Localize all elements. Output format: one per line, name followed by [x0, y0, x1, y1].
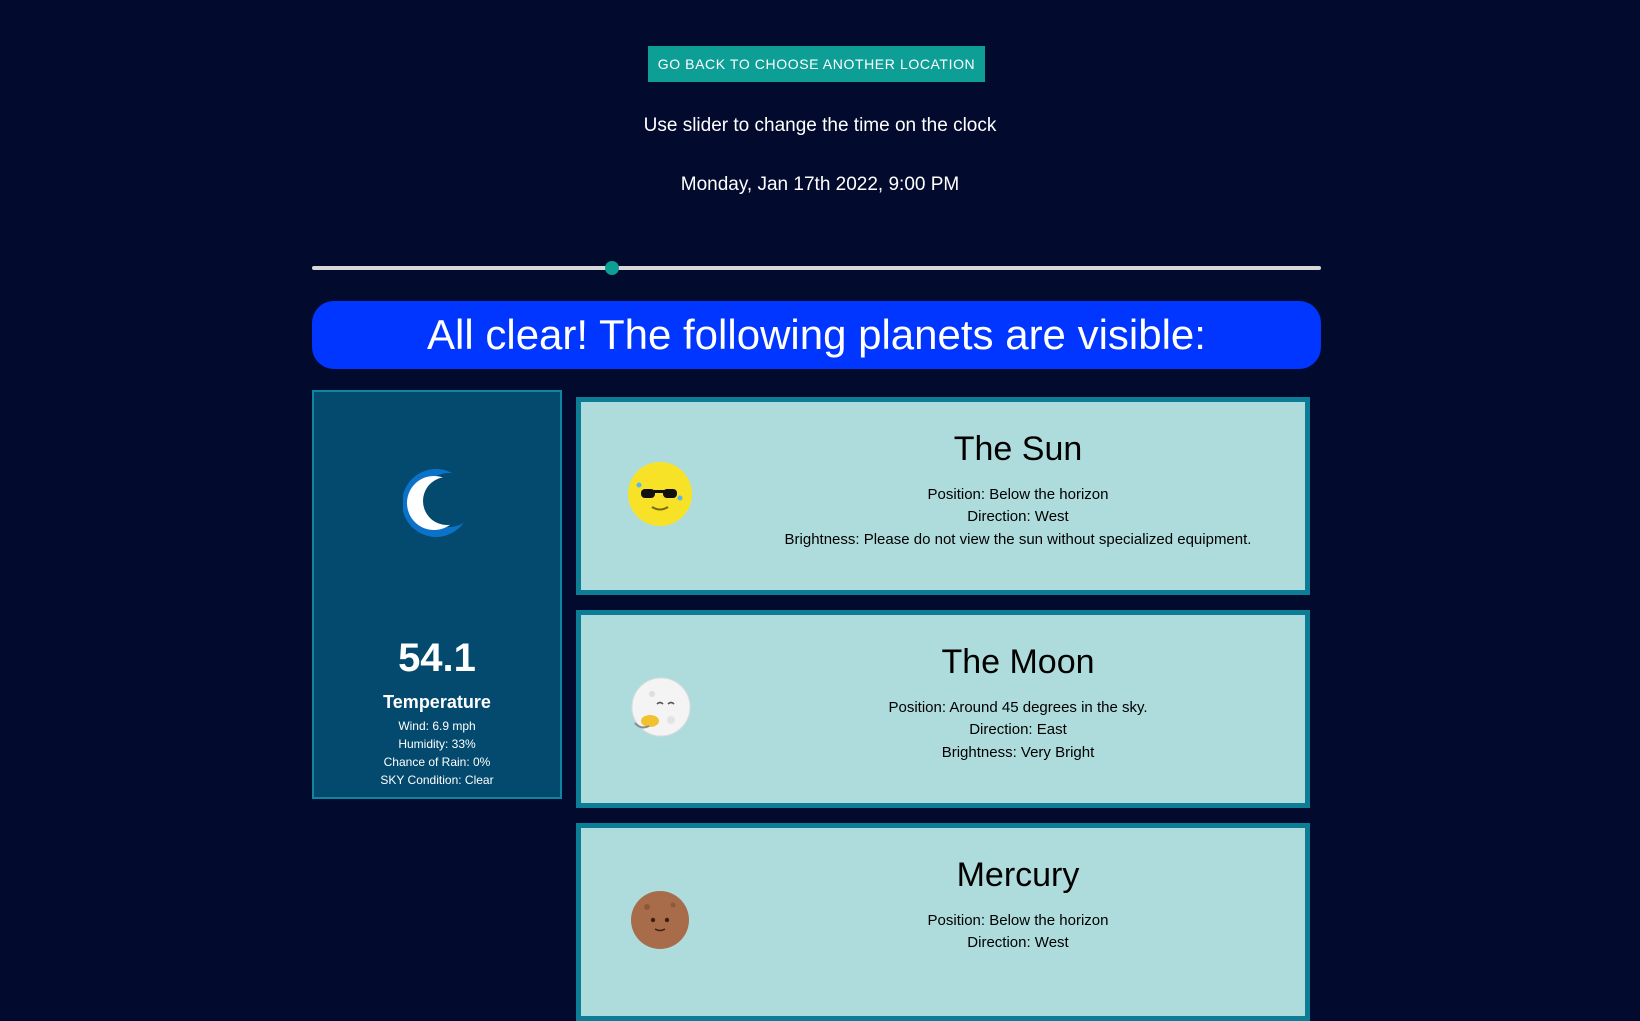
wind-text: Wind: 6.9 mph — [398, 719, 476, 733]
mercury-face-icon — [631, 891, 689, 949]
planet-card-moon: The Moon Position: Around 45 degrees in … — [576, 610, 1310, 808]
sun-sunglasses-icon — [628, 462, 692, 526]
temperature-value: 54.1 — [398, 636, 476, 680]
current-datetime: Monday, Jan 17th 2022, 9:00 PM — [680, 174, 960, 195]
planet-card-mercury: Mercury Position: Below the horizon Dire… — [576, 823, 1310, 1021]
planet-name: Mercury — [956, 856, 1080, 894]
humidity-text: Humidity: 33% — [398, 737, 476, 751]
planet-card-sun: The Sun Position: Below the horizon Dire… — [576, 397, 1310, 595]
go-back-button[interactable]: GO BACK TO CHOOSE ANOTHER LOCATION — [648, 46, 985, 82]
crescent-moon-icon — [403, 469, 465, 537]
visibility-banner: All clear! The following planets are vis… — [312, 301, 1321, 369]
planet-position: Position: Below the horizon — [927, 486, 1109, 503]
temperature-label: Temperature — [383, 692, 491, 712]
moon-face-icon — [631, 677, 691, 737]
weather-card: 54.1 Temperature Wind: 6.9 mph Humidity:… — [312, 390, 562, 799]
rain-chance-text: Chance of Rain: 0% — [383, 755, 491, 769]
planet-brightness: Brightness: Very Bright — [941, 744, 1095, 761]
planet-direction: Direction: East — [969, 721, 1067, 738]
planet-direction: Direction: West — [967, 934, 1069, 951]
planet-direction: Direction: West — [967, 508, 1069, 525]
planet-name: The Sun — [953, 430, 1083, 468]
time-slider-thumb[interactable] — [604, 261, 619, 275]
planet-position: Position: Around 45 degrees in the sky. — [888, 699, 1148, 716]
slider-hint: Use slider to change the time on the clo… — [643, 115, 997, 136]
planet-name: The Moon — [941, 643, 1095, 681]
planet-position: Position: Below the horizon — [927, 912, 1109, 929]
sky-condition-text: SKY Condition: Clear — [380, 773, 494, 787]
time-slider[interactable] — [312, 261, 1321, 275]
planet-brightness: Brightness: Please do not view the sun w… — [784, 531, 1252, 548]
